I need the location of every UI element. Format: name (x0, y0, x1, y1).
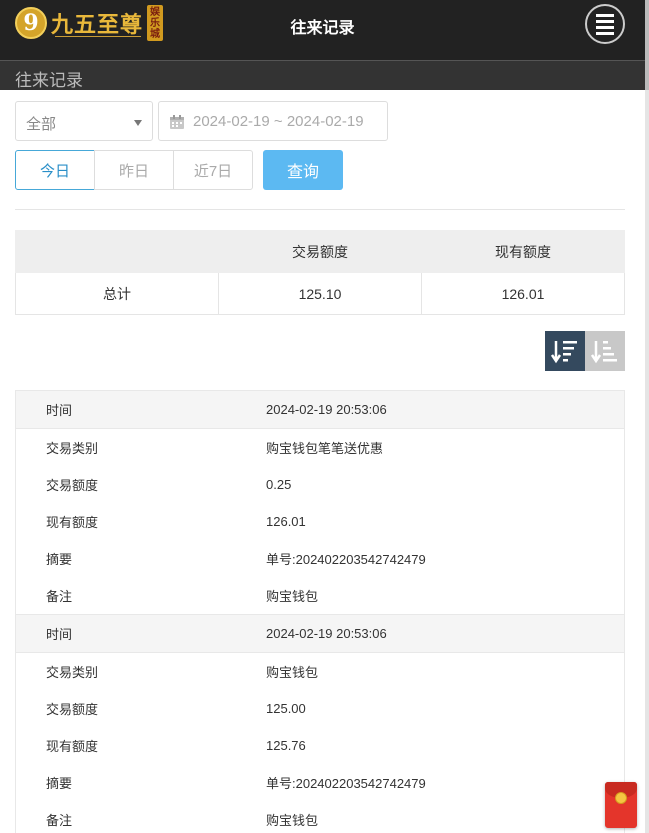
record-note-value: 购宝钱包 (266, 813, 319, 828)
summary-total-trade-amount: 125.10 (218, 272, 422, 315)
record-summary-label: 摘要 (46, 552, 73, 567)
record-note-label: 备注 (46, 589, 73, 604)
record-type-label: 交易类别 (46, 665, 99, 680)
record-note-value: 购宝钱包 (266, 589, 319, 604)
record-summary-label: 摘要 (46, 776, 73, 791)
record-row-time: 时间 2024-02-19 20:53:06 (16, 391, 624, 429)
record-row-summary: 摘要 单号:202402203542742479 (16, 764, 624, 801)
page-title: 往来记录 (290, 20, 355, 37)
record-time-value: 2024-02-19 20:53:06 (266, 402, 387, 417)
type-select[interactable]: 全部 (15, 101, 153, 141)
record-summary-value: 单号:202402203542742479 (266, 776, 426, 791)
scrollbar[interactable] (645, 0, 649, 833)
record-balance-label: 现有额度 (46, 515, 99, 530)
summary-header-row: 交易额度 现有额度 (15, 230, 625, 273)
summary-total-label: 总计 (15, 272, 219, 315)
record-row-balance: 现有额度 126.01 (16, 503, 624, 540)
record-row-summary: 摘要 单号:202402203542742479 (16, 540, 624, 577)
summary-table: 交易额度 现有额度 总计 125.10 126.01 (15, 230, 625, 315)
record-amount-value: 125.00 (266, 701, 306, 716)
record-note-label: 备注 (46, 813, 73, 828)
summary-total-balance: 126.01 (421, 272, 625, 315)
record-time-label: 时间 (46, 403, 73, 418)
date-range-input[interactable]: 2024-02-19 ~ 2024-02-19 (158, 101, 388, 141)
record-card: 时间 2024-02-19 20:53:06 交易类别 购宝钱包 交易额度 12… (15, 615, 625, 833)
summary-total-row: 总计 125.10 126.01 (15, 272, 625, 315)
record-balance-value: 126.01 (266, 514, 306, 529)
range-yesterday-button[interactable]: 昨日 (94, 150, 174, 190)
record-row-amount: 交易额度 125.00 (16, 690, 624, 727)
caret-down-icon (134, 120, 142, 126)
record-list: 时间 2024-02-19 20:53:06 交易类别 购宝钱包笔笔送优惠 交易… (15, 390, 625, 833)
calendar-icon (170, 115, 184, 129)
record-amount-label: 交易额度 (46, 702, 99, 717)
record-time-value: 2024-02-19 20:53:06 (266, 626, 387, 641)
record-card: 时间 2024-02-19 20:53:06 交易类别 购宝钱包笔笔送优惠 交易… (15, 390, 625, 615)
record-type-label: 交易类别 (46, 441, 99, 456)
sort-ascending-button[interactable] (585, 331, 625, 371)
record-amount-label: 交易额度 (46, 478, 99, 493)
record-row-type: 交易类别 购宝钱包笔笔送优惠 (16, 429, 624, 466)
record-balance-value: 125.76 (266, 738, 306, 753)
type-select-value: 全部 (26, 116, 57, 133)
range-7days-button[interactable]: 近7日 (173, 150, 253, 190)
summary-header-blank (15, 230, 219, 273)
record-row-note: 备注 购宝钱包 (16, 577, 624, 614)
record-summary-value: 单号:202402203542742479 (266, 552, 426, 567)
scrollbar-thumb[interactable] (645, 0, 649, 90)
coin-icon (615, 792, 627, 804)
sort-descending-icon (551, 341, 577, 364)
red-packet-button[interactable] (605, 782, 637, 828)
divider (15, 209, 625, 210)
section-title: 往来记录 (15, 71, 83, 90)
record-row-balance: 现有额度 125.76 (16, 727, 624, 764)
record-type-value: 购宝钱包笔笔送优惠 (266, 441, 384, 456)
sub-header: 往来记录 (0, 60, 645, 90)
record-amount-value: 0.25 (266, 477, 292, 492)
record-row-time: 时间 2024-02-19 20:53:06 (16, 615, 624, 653)
sort-ascending-icon (591, 341, 617, 364)
record-row-type: 交易类别 购宝钱包 (16, 653, 624, 690)
hamburger-icon (596, 13, 614, 17)
range-today-button[interactable]: 今日 (15, 150, 95, 190)
record-type-value: 购宝钱包 (266, 665, 319, 680)
record-row-amount: 交易额度 0.25 (16, 466, 624, 503)
record-balance-label: 现有额度 (46, 739, 99, 754)
record-time-label: 时间 (46, 627, 73, 642)
sort-descending-button[interactable] (545, 331, 585, 371)
top-bar: 9 九五至尊 娱乐城 往来记录 (0, 0, 645, 60)
summary-header-balance: 现有额度 (421, 230, 625, 273)
summary-header-trade-amount: 交易额度 (218, 230, 422, 273)
date-range-value: 2024-02-19 ~ 2024-02-19 (193, 113, 364, 130)
menu-button[interactable] (585, 4, 625, 44)
record-row-note: 备注 购宝钱包 (16, 801, 624, 833)
query-button[interactable]: 查询 (263, 150, 343, 190)
